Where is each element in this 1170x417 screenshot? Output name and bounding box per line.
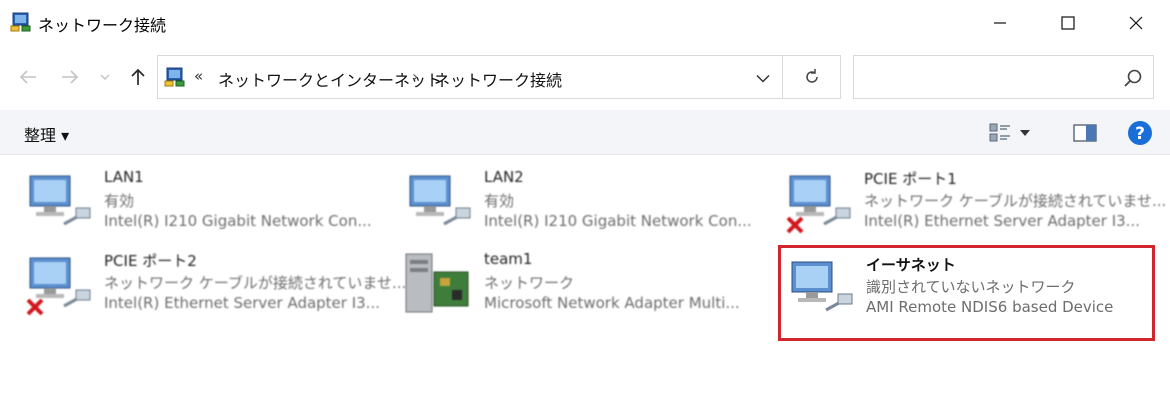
connection-status: ネットワーク ケーブルが接続されていませ...	[104, 274, 407, 292]
connection-device: Intel(R) Ethernet Server Adapter I3...	[864, 212, 1140, 230]
connection-item[interactable]: LAN1 有効 Intel(R) I210 Gigabit Network Co…	[20, 164, 390, 244]
network-adapter-disconnected-icon	[26, 257, 91, 316]
network-team-icon	[405, 253, 469, 313]
breadcrumb-separator[interactable]: ›	[412, 67, 418, 86]
connection-name: PCIE ポート1	[864, 170, 957, 188]
network-adapter-icon	[409, 175, 471, 226]
preview-pane-icon[interactable]	[1072, 122, 1098, 144]
maximize-button[interactable]	[1036, 0, 1100, 46]
maximize-icon	[1061, 16, 1075, 30]
highlight-annotation	[778, 245, 1155, 341]
address-history-dropdown[interactable]	[752, 68, 774, 88]
connection-name: team1	[484, 250, 533, 268]
connection-item[interactable]: LAN2 有効 Intel(R) I210 Gigabit Network Co…	[400, 164, 770, 244]
breadcrumb-overflow[interactable]: «	[194, 67, 203, 85]
connection-name: LAN1	[104, 168, 144, 186]
network-adapter-disconnected-icon	[786, 175, 851, 234]
breadcrumb-network-internet[interactable]: ネットワークとインターネット	[218, 67, 442, 91]
help-icon[interactable]: ?	[1127, 120, 1153, 146]
connection-item[interactable]: PCIE ポート1 ネットワーク ケーブルが接続されていませ... Intel(…	[780, 164, 1166, 244]
connection-device: Microsoft Network Adapter Multi...	[484, 294, 740, 312]
connection-status: 有効	[104, 192, 135, 210]
organize-button[interactable]: 整理 ▾	[24, 122, 69, 146]
connection-device: Intel(R) I210 Gigabit Network Con...	[484, 212, 752, 230]
chevron-down-icon	[100, 74, 110, 80]
search-icon[interactable]	[1123, 68, 1143, 88]
window-title: ネットワーク接続	[38, 16, 167, 35]
connection-name: PCIE ポート2	[104, 252, 197, 270]
search-box[interactable]	[853, 55, 1154, 99]
view-options-icon	[989, 123, 1010, 142]
title-bar: ネットワーク接続	[0, 0, 1170, 46]
search-input[interactable]	[862, 66, 1112, 88]
back-button[interactable]	[14, 62, 42, 92]
up-button[interactable]	[124, 62, 152, 92]
connection-status: ネットワーク ケーブルが接続されていませ...	[864, 192, 1167, 210]
close-icon	[1129, 16, 1143, 30]
organize-label: 整理 ▾	[24, 126, 70, 145]
network-adapter-icon	[29, 175, 91, 226]
address-bar[interactable]: « ネットワークとインターネット › ネットワーク接続	[157, 55, 783, 99]
refresh-icon	[805, 69, 818, 83]
breadcrumb-network-connections[interactable]: ネットワーク接続	[434, 67, 562, 91]
connection-item[interactable]: team1 ネットワーク Microsoft Network Adapter M…	[400, 246, 770, 326]
connection-name: LAN2	[484, 168, 524, 186]
command-bar: 整理 ▾ ?	[0, 110, 1170, 155]
connection-device: Intel(R) Ethernet Server Adapter I3...	[104, 294, 380, 312]
network-connections-icon	[164, 67, 185, 87]
recent-locations-button[interactable]	[96, 62, 114, 92]
connection-device: Intel(R) I210 Gigabit Network Con...	[104, 212, 372, 230]
minimize-button[interactable]	[968, 0, 1032, 46]
up-arrow-icon	[131, 68, 145, 85]
chevron-down-icon	[1020, 130, 1030, 136]
svg-text:?: ?	[1135, 124, 1145, 144]
forward-arrow-icon	[62, 70, 79, 84]
connection-item[interactable]: PCIE ポート2 ネットワーク ケーブルが接続されていませ... Intel(…	[20, 246, 406, 326]
chevron-down-icon	[756, 74, 770, 83]
network-connections-icon	[10, 12, 31, 32]
connection-status: ネットワーク	[484, 274, 575, 292]
close-button[interactable]	[1104, 0, 1168, 46]
connection-status: 有効	[484, 192, 515, 210]
forward-button[interactable]	[56, 62, 84, 92]
minimize-icon	[994, 22, 1006, 24]
change-view-button[interactable]	[988, 122, 1042, 144]
back-arrow-icon	[19, 70, 36, 84]
refresh-button[interactable]	[783, 55, 841, 99]
